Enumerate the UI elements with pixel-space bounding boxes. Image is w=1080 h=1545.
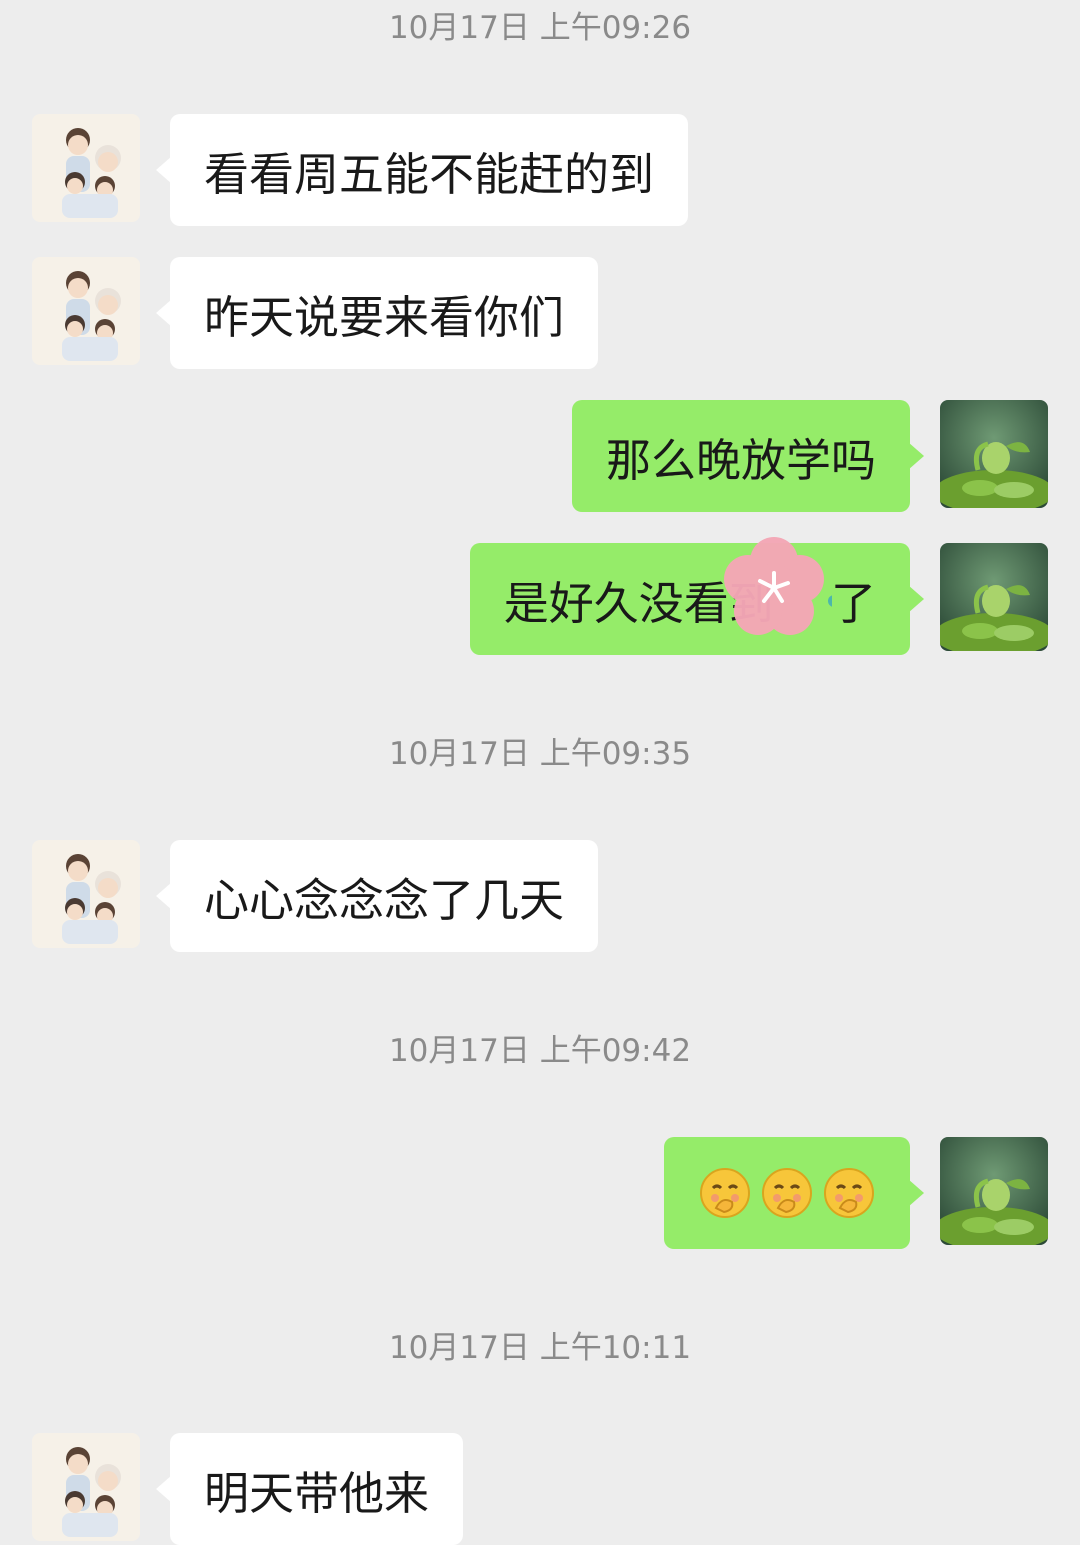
incoming-message-bubble[interactable]: 看看周五能不能赶的到 (155, 114, 689, 226)
message-row: 是好久没看到 了 (0, 543, 1080, 655)
timestamp: 10月17日 上午09:26 (388, 10, 692, 46)
outgoing-message-bubble[interactable] (664, 1137, 924, 1249)
family-avatar[interactable] (32, 840, 140, 948)
incoming-message-bubble[interactable]: 心心念念念了几天 (155, 840, 599, 952)
message-row: 昨天说要来看你们 (0, 257, 1080, 369)
family-avatar[interactable] (32, 257, 140, 365)
family-avatar[interactable] (32, 1433, 140, 1541)
flower-sticker-icon (722, 533, 840, 663)
message-row: 心心念念念了几天 (0, 840, 1080, 952)
message-row: 明天带他来 (0, 1433, 1080, 1545)
shy-face-icon (762, 1168, 812, 1218)
sprout-avatar[interactable] (940, 543, 1048, 651)
message-row: 那么晚放学吗 (0, 400, 1080, 512)
timestamp: 10月17日 上午09:42 (388, 1033, 692, 1069)
outgoing-message-bubble[interactable]: 那么晚放学吗 (571, 400, 925, 512)
shy-face-icon (824, 1168, 874, 1218)
emoji-row (698, 1166, 876, 1220)
sprout-avatar[interactable] (940, 1137, 1048, 1245)
timestamp: 10月17日 上午09:35 (388, 736, 692, 772)
sprout-avatar[interactable] (940, 400, 1048, 508)
shy-face-icon (700, 1168, 750, 1218)
outgoing-message-bubble[interactable]: 是好久没看到 了 (469, 543, 925, 655)
incoming-message-bubble[interactable]: 明天带他来 (155, 1433, 464, 1545)
timestamp: 10月17日 上午10:11 (388, 1330, 692, 1366)
message-row (0, 1137, 1080, 1249)
family-avatar[interactable] (32, 114, 140, 222)
message-row: 看看周五能不能赶的到 (0, 114, 1080, 226)
incoming-message-bubble[interactable]: 昨天说要来看你们 (155, 257, 599, 369)
